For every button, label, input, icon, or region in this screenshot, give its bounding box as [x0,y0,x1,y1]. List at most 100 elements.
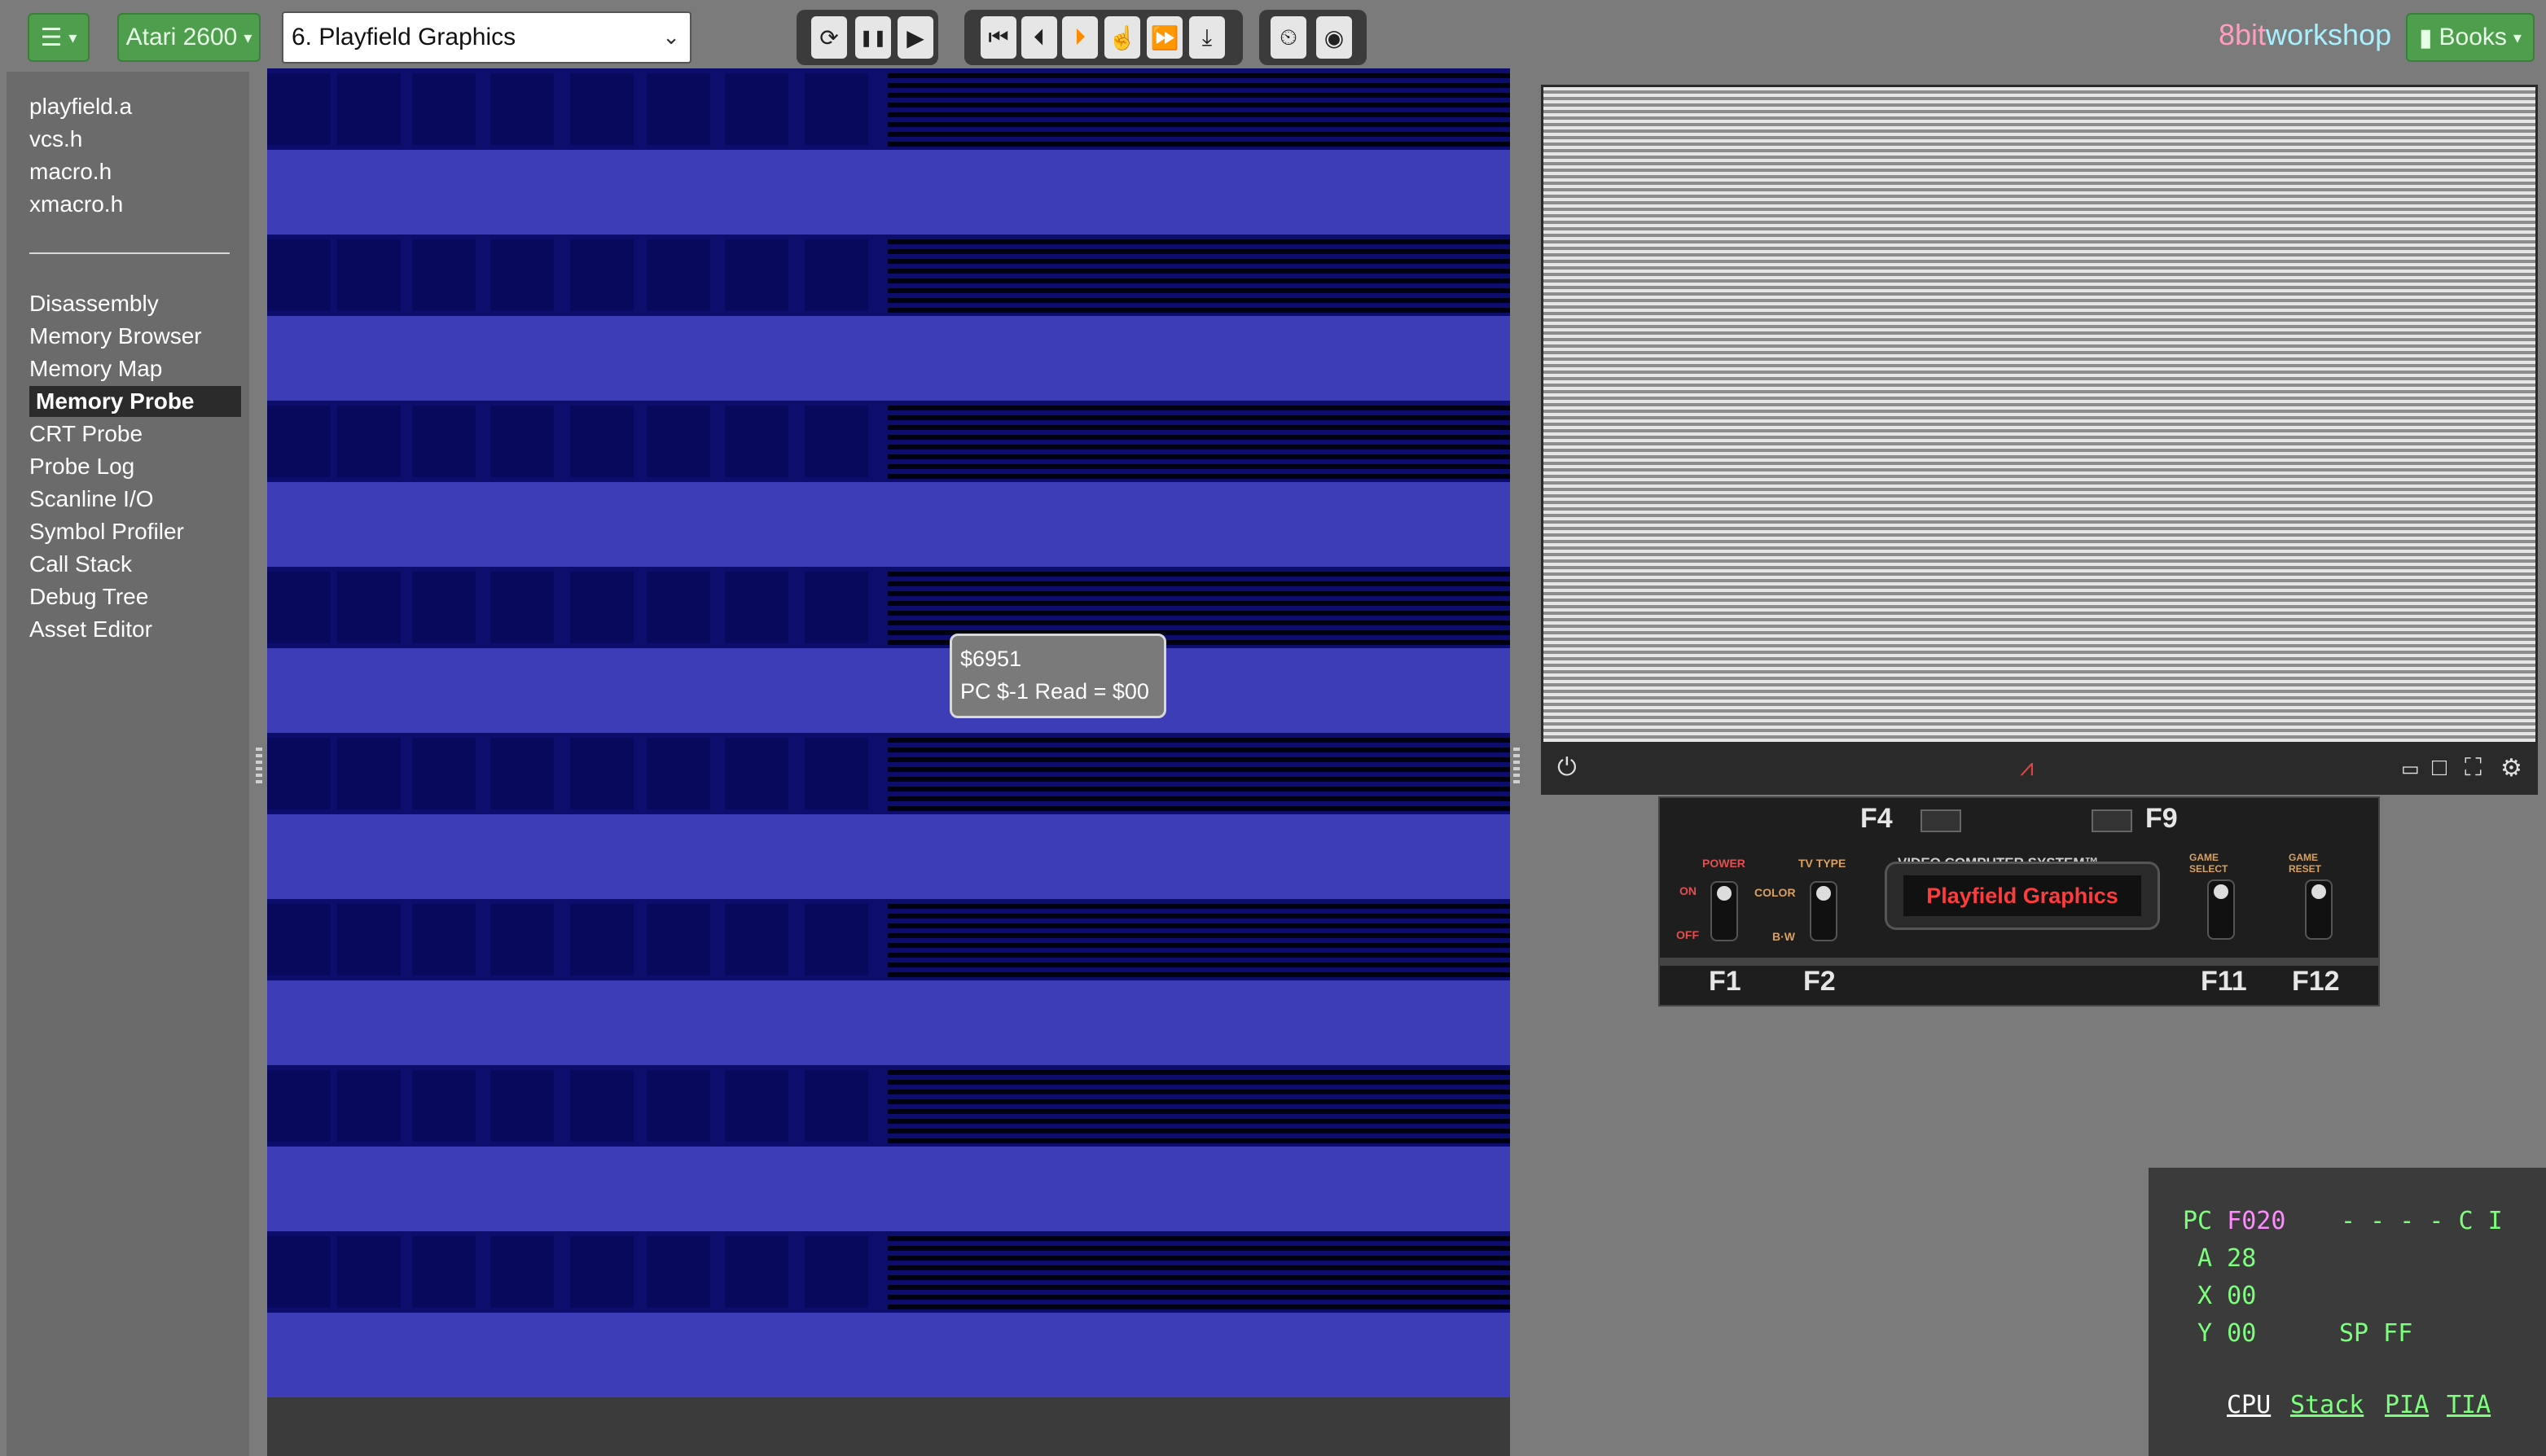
power-off-label: OFF [1676,928,1699,941]
probe-dark-band [267,567,1510,648]
probe-light-band [267,482,1510,567]
tool-item[interactable]: Probe Log [29,451,134,482]
target-button[interactable]: ◉ [1316,16,1352,59]
main-menu-button[interactable]: ☰ ▾ [28,13,90,62]
probe-cell [647,73,710,145]
tool-item[interactable]: Asset Editor [29,614,152,645]
probe-stripe [888,112,1510,117]
probe-stripe [888,757,1510,762]
switch-left[interactable] [1920,809,1961,832]
pause-button[interactable]: ❚❚ [855,16,891,59]
reset-label: GAME RESET [2289,852,2322,875]
run-button[interactable]: ▶ [898,16,933,59]
probe-cell [647,572,710,643]
file-item[interactable]: playfield.a [29,91,132,122]
step-back-button[interactable]: ⏴ [1021,16,1057,59]
tool-item[interactable]: CRT Probe [29,419,143,450]
tool-item[interactable]: Scanline I/O [29,484,154,515]
reset-to-start-button[interactable]: ⏮ [981,16,1016,59]
tool-item-selected[interactable]: Memory Probe [29,386,241,417]
brand-part1: 8bit [2219,18,2267,51]
probe-cell [412,239,476,311]
probe-stripe [888,425,1510,430]
emulator-screen[interactable] [1541,85,2538,744]
minimize-icon[interactable]: ▭ [2401,757,2420,781]
books-button[interactable]: ▮ Books ▾ [2406,13,2535,62]
probe-cell [490,1236,554,1308]
power-icon[interactable]: ⏻ [1557,754,1577,782]
tab-pia[interactable]: PIA [2385,1391,2429,1419]
probe-stripe [888,963,1510,967]
power-label: POWER [1702,857,1745,870]
probe-cell [570,738,634,809]
probe-stripe [888,923,1510,928]
tool-item[interactable]: Memory Browser [29,321,202,352]
a-register: A 28 [2183,1244,2257,1273]
probe-cell [267,1070,331,1142]
power-switch[interactable] [1710,881,1738,941]
tool-item[interactable]: Disassembly [29,288,159,319]
probe-cell [490,738,554,809]
probe-cell [570,1070,634,1142]
probe-stripe [888,1265,1510,1270]
step-icon: ⏵ [1073,24,1086,50]
reset-button[interactable]: ⟳ [811,16,847,59]
tvtype-switch[interactable] [1810,881,1837,941]
probe-stripe [888,435,1510,440]
probe-cell [490,406,554,477]
platform-dropdown[interactable]: Atari 2600 ▾ [117,13,261,62]
step-until-button[interactable]: ☝ [1104,16,1140,59]
preset-label: 6. Playfield Graphics [292,24,516,50]
game-reset-switch[interactable] [2305,879,2333,940]
memory-probe-view[interactable]: $6951 PC $-1 Read = $00 [267,68,1510,1456]
pause-icon: ❚❚ [859,29,887,47]
probe-stripe [888,621,1510,625]
tool-item[interactable]: Symbol Profiler [29,516,184,547]
settings-gear-icon[interactable]: ⚙ [2500,754,2522,783]
window-icon[interactable]: □ [2432,754,2447,782]
sidebar-splitter[interactable] [256,748,262,783]
probe-light-band [267,316,1510,401]
file-item[interactable]: macro.h [29,156,112,187]
platform-label: Atari 2600 [125,24,238,50]
brand-logo[interactable]: 8bitworkshop [2219,18,2391,52]
download-button[interactable]: ⤓ [1189,16,1225,59]
probe-cell [412,1236,476,1308]
y-register: Y 00 [2183,1319,2257,1348]
probe-stripe [888,474,1510,479]
sidebar: playfield.a vcs.h macro.h xmacro.h Disas… [7,72,249,1456]
probe-cell [805,1236,868,1308]
step-button[interactable]: ⏵ [1062,16,1098,59]
tool-item[interactable]: Memory Map [29,353,162,384]
preset-select[interactable]: 6. Playfield Graphics ⌄ [282,11,691,64]
fullscreen-icon[interactable]: ⛶ [2465,754,2482,782]
tab-cpu[interactable]: CPU [2227,1391,2271,1419]
record-button[interactable]: ⏲ [1271,16,1306,59]
chevron-down-icon: ⌄ [662,24,680,49]
probe-cell [337,406,401,477]
tab-tia[interactable]: TIA [2447,1391,2491,1419]
probe-cell [337,572,401,643]
tool-item[interactable]: Call Stack [29,549,132,580]
x-register: X 00 [2183,1282,2257,1310]
probe-stripe [888,777,1510,782]
refresh-icon: ⟳ [819,24,839,50]
tool-item[interactable]: Debug Tree [29,581,148,612]
step-over-button[interactable]: ⏩ [1147,16,1183,59]
switch-right[interactable] [2092,809,2132,832]
probe-stripe [888,1295,1510,1300]
probe-canvas[interactable] [267,68,1510,1397]
editor-splitter[interactable] [1513,748,1520,783]
probe-cell [337,1236,401,1308]
game-select-switch[interactable] [2207,879,2235,940]
sidebar-divider [29,252,230,254]
probe-stripe [888,748,1510,752]
probe-cell [570,572,634,643]
file-item[interactable]: vcs.h [29,124,82,155]
probe-cell [267,572,331,643]
tab-stack[interactable]: Stack [2290,1391,2364,1419]
download-icon: ⤓ [1201,24,1213,50]
file-item[interactable]: xmacro.h [29,189,123,220]
probe-cell [570,73,634,145]
probe-stripe [888,239,1510,244]
